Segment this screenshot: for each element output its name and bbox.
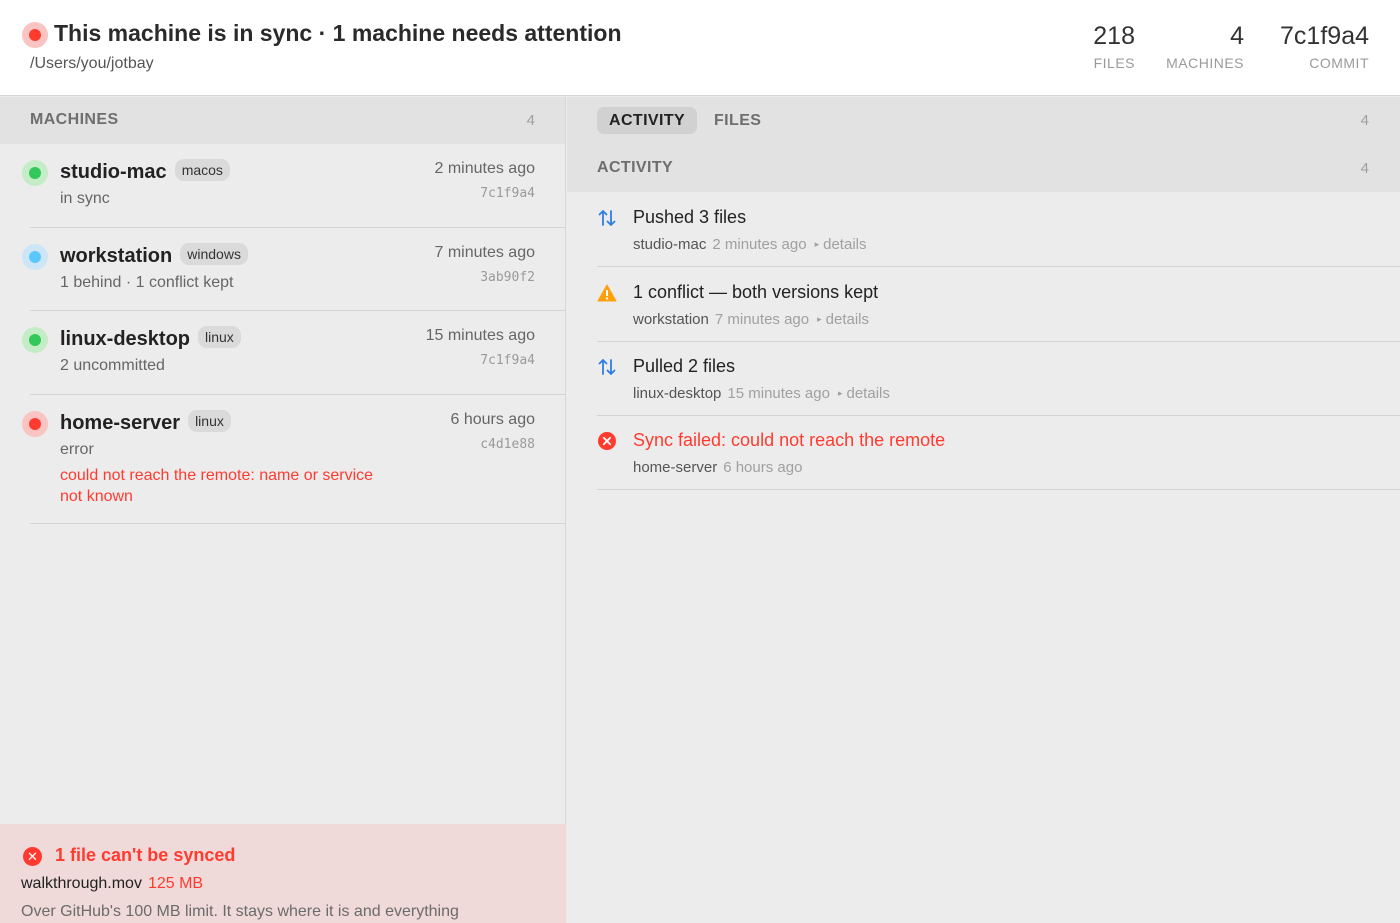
machine-name: linux-desktop linux <box>60 326 241 351</box>
machine-row-home-server[interactable]: home-server linux error could not reach t… <box>0 395 566 524</box>
os-badge: linux <box>188 410 231 432</box>
tab-activity[interactable]: ACTIVITY <box>597 107 698 134</box>
machine-status: error <box>60 441 94 458</box>
activity-title-text: Pulled 2 files <box>633 356 736 376</box>
tab-count: 4 <box>1360 112 1369 129</box>
machine-error: could not reach the remote: name or serv… <box>60 467 374 505</box>
stat-machines: 4 MACHINES <box>1166 22 1244 71</box>
status-dot-icon <box>22 327 48 353</box>
activity-item: 1 conflict — both versions kept workstat… <box>597 267 1400 342</box>
machine-commit: 3ab90f2 <box>480 270 535 285</box>
activity-item: Pushed 3 files studio-mac 2 minutes ago ▸ d… <box>597 192 1400 267</box>
machine-time: 7 minutes ago <box>434 244 535 261</box>
unsynced-file-banner: ✕ 1 file can't be synced walkthrough.mov… <box>0 824 566 923</box>
machines-panel: MACHINES 4 studio-mac macos in sync 2 min… <box>0 97 566 923</box>
activity-count: 4 <box>1360 160 1369 177</box>
status-dot-icon <box>22 160 48 186</box>
activity-item: Sync failed: could not reach the remote … <box>597 415 1400 490</box>
machines-title: MACHINES <box>30 111 119 128</box>
disclosure-caret-icon[interactable]: ▸ <box>838 388 843 398</box>
activity-machine: studio-mac <box>633 236 707 253</box>
tab-bar: ACTIVITY FILES 4 <box>567 97 1400 144</box>
machines-count: 4 <box>526 112 535 129</box>
activity-title: ACTIVITY <box>597 159 674 176</box>
machine-name-text: workstation <box>60 245 173 267</box>
divider <box>30 523 566 524</box>
os-badge: macos <box>174 159 230 181</box>
error-icon <box>598 432 616 450</box>
machine-row-linux-desktop[interactable]: linux-desktop linux 2 uncommitted 15 minu… <box>0 311 566 395</box>
stat-machines-value: 4 <box>1230 22 1244 50</box>
machine-status: 1 behind · 1 conflict kept <box>60 274 234 291</box>
os-badge: linux <box>198 326 241 348</box>
machine-status: in sync <box>60 190 110 207</box>
error-icon: ✕ <box>23 847 42 866</box>
activity-header: ACTIVITY 4 <box>567 144 1400 192</box>
activity-meta: workstation 7 minutes ago ▸ details <box>633 311 869 328</box>
machine-time: 6 hours ago <box>450 411 535 428</box>
stat-machines-label: MACHINES <box>1166 55 1244 71</box>
activity-title-text: 1 conflict — both versions kept <box>633 282 879 302</box>
activity-time: 7 minutes ago <box>714 311 810 328</box>
disclosure-caret-icon[interactable]: ▸ <box>817 314 822 324</box>
details-link[interactable]: details <box>847 385 890 402</box>
activity-time: 15 minutes ago <box>727 385 830 402</box>
details-link[interactable]: details <box>823 236 866 253</box>
activity-title-text: Sync failed: could not reach the remote <box>633 430 946 450</box>
repo-path: /Users/you/jotbay <box>30 55 154 72</box>
machines-header: MACHINES 4 <box>0 97 565 144</box>
status-dot-icon <box>22 22 48 48</box>
activity-panel: ACTIVITY FILES 4 ACTIVITY 4 Pushed 3 fil… <box>567 97 1400 923</box>
machine-row-studio-mac[interactable]: studio-mac macos in sync 2 minutes ago 7c… <box>0 144 566 228</box>
header-bar: This machine is in sync · 1 machine need… <box>0 0 1400 96</box>
details-link[interactable]: details <box>826 311 869 328</box>
tab-files[interactable]: FILES <box>702 107 773 134</box>
activity-title-text: Pushed 3 files <box>633 207 747 227</box>
disclosure-caret-icon[interactable]: ▸ <box>815 239 820 249</box>
activity-item: Pulled 2 files linux-desktop 15 minutes a… <box>597 341 1400 416</box>
sync-arrows-icon <box>598 359 616 375</box>
machine-name-text: home-server <box>60 412 181 434</box>
unsynced-file: walkthrough.mov 125 MB <box>21 875 203 893</box>
warning-icon <box>597 284 617 302</box>
unsynced-file-name: walkthrough.mov <box>21 875 142 892</box>
machine-row-workstation[interactable]: workstation windows 1 behind · 1 conflict… <box>0 228 566 311</box>
machine-name: workstation windows <box>60 243 248 268</box>
os-badge: windows <box>180 243 248 265</box>
machine-name-text: linux-desktop <box>60 328 191 350</box>
activity-meta: studio-mac 2 minutes ago ▸ details <box>633 236 866 253</box>
divider <box>597 489 1400 490</box>
machine-status: 2 uncommitted <box>60 357 165 374</box>
status-dot-icon <box>22 244 48 270</box>
unsynced-title: 1 file can't be synced <box>55 845 236 865</box>
machine-commit: c4d1e88 <box>480 437 535 452</box>
activity-time: 2 minutes ago <box>712 236 807 253</box>
activity-machine: home-server <box>633 459 718 476</box>
stat-files: 218 FILES <box>1093 22 1135 71</box>
status-dot-icon <box>22 411 48 437</box>
activity-meta: home-server 6 hours ago <box>633 459 802 476</box>
stat-files-label: FILES <box>1093 55 1135 71</box>
activity-meta: linux-desktop 15 minutes ago ▸ details <box>633 385 890 402</box>
stat-commit: 7c1f9a4 COMMIT <box>1280 22 1369 71</box>
machine-commit: 7c1f9a4 <box>480 186 535 201</box>
machine-name: studio-mac macos <box>60 159 230 184</box>
machine-name-text: studio-mac <box>60 161 167 183</box>
stat-files-value: 218 <box>1093 22 1135 50</box>
sync-arrows-icon <box>598 210 616 226</box>
machine-commit: 7c1f9a4 <box>480 353 535 368</box>
machine-time: 15 minutes ago <box>425 327 535 344</box>
activity-time: 6 hours ago <box>723 459 803 476</box>
stat-commit-label: COMMIT <box>1309 55 1369 71</box>
machine-name: home-server linux <box>60 410 231 435</box>
activity-machine: linux-desktop <box>633 385 722 402</box>
unsynced-file-size: 125 MB <box>147 875 204 892</box>
unsynced-description: Over GitHub's 100 MB limit. It stays whe… <box>21 903 459 920</box>
machine-time: 2 minutes ago <box>434 160 535 177</box>
activity-machine: workstation <box>633 311 709 328</box>
sync-status-title: This machine is in sync · 1 machine need… <box>54 20 622 46</box>
stat-commit-value: 7c1f9a4 <box>1280 22 1369 50</box>
